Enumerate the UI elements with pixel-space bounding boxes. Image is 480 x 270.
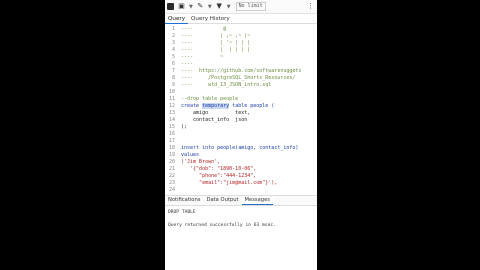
code-line: 23 "email":"jim@mail.com"}'), [168, 180, 278, 186]
selected-text: temporary [202, 103, 230, 109]
tab-notifications[interactable]: Notifications [165, 196, 203, 204]
tab-messages[interactable]: Messages [241, 196, 273, 205]
code-line: 6 ---- [171, 61, 194, 67]
output-tabs: Notifications Data Output Messages [165, 195, 317, 206]
code-line: 12 create temporary table people ( [168, 103, 275, 109]
code-line: 16 [168, 131, 175, 137]
code-line: 5 ---- ~ [171, 54, 224, 60]
save-icon[interactable]: ▣ [177, 2, 186, 11]
sql-editor[interactable]: 1 ---- @ 2 ---- | ,~ ,~ |~ 3 ---- | '~ | | … [165, 25, 317, 193]
code-line: 8 ---- /PostgreSQL_Shorts_Resources/ [171, 75, 296, 81]
code-line: 13 amigo text, [168, 110, 251, 116]
message-drop-table: DROP TABLE [168, 210, 196, 215]
query-tabs: Query Query History [165, 14, 317, 24]
code-line: 21 '{"dob": "1890-10-06", [168, 166, 257, 172]
pencil-icon[interactable]: ✎ [196, 2, 205, 11]
pgadmin-query-panel: ▣ ▼ ✎ ▼ ▼ ▼ No limit ⋮ Query Query Histo… [165, 0, 317, 270]
tab-query-history[interactable]: Query History [188, 14, 233, 23]
chevron-down-icon[interactable]: ▼ [227, 4, 231, 10]
toolbar: ▣ ▼ ✎ ▼ ▼ ▼ No limit ⋮ [165, 0, 317, 14]
code-line: 7 ---- https://github.com/softwarenuggets [171, 68, 302, 74]
code-line: 4 ---- | | | | | [171, 47, 251, 53]
tab-data-output[interactable]: Data Output [203, 196, 241, 204]
code-line: 24 [168, 187, 175, 193]
code-line: 2 ---- | ,~ ,~ |~ [171, 33, 251, 39]
code-line: 20 ('Jim Brown', [168, 159, 221, 165]
ellipsis-icon[interactable]: ⋮ [306, 2, 315, 11]
code-line: 19 values [168, 152, 200, 158]
filter-icon[interactable]: ▼ [215, 2, 224, 11]
code-line: 22 "phone":"444-1234", [168, 173, 257, 179]
code-line: 11 --drop table people [168, 96, 239, 102]
tab-query[interactable]: Query [165, 14, 188, 24]
code-line: 14 contact_info json [168, 117, 248, 123]
chevron-down-icon[interactable]: ▼ [208, 4, 212, 10]
message-success: Query returned successfully in 63 msec. [168, 223, 276, 228]
code-line: 9 ---- wtd_13_JSON_intro.sql [171, 82, 272, 88]
code-line: 17 [168, 138, 175, 144]
code-line: 1 ---- @ [171, 26, 227, 32]
code-line: 18 insert into people(amigo, contact_info… [168, 145, 299, 151]
folder-icon[interactable] [167, 3, 174, 10]
chevron-down-icon[interactable]: ▼ [189, 4, 193, 10]
code-line: 3 ---- | '~ | | | [171, 40, 251, 46]
code-line: 15); [168, 124, 188, 130]
limit-select[interactable]: No limit [235, 2, 266, 11]
code-line: 10 [168, 89, 175, 95]
